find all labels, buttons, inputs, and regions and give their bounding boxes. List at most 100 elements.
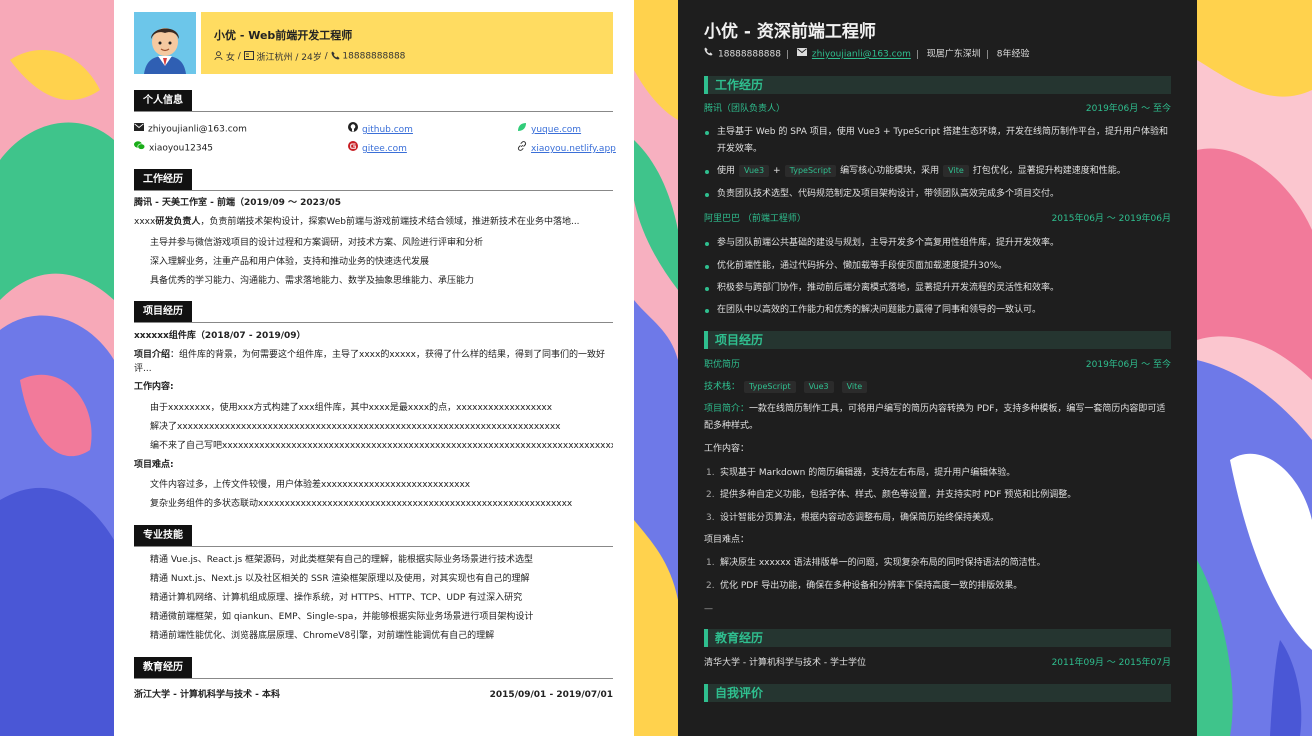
- github-link[interactable]: github.com: [348, 122, 413, 137]
- list-item: 深入理解业务，注重产品和用户体验，支持和推动业务的快速迭代发展: [150, 255, 613, 269]
- list-item: 具备优秀的学习能力、沟通能力、需求落地能力、数学及抽象思维能力、承压能力: [150, 274, 613, 288]
- section-title: 个人信息: [134, 90, 192, 111]
- divider-dash: —: [704, 604, 713, 614]
- list-item: 1.精通 Vue.js、React.js 框架源码，对此类框架有自己的理解，能根…: [150, 555, 533, 565]
- wechat-contact: xiaoyou12345: [134, 141, 213, 156]
- resume-dark-theme: 小优 - 资深前端工程师 18888888888 | zhiyoujianli@1…: [678, 0, 1197, 736]
- section-project-experience: 项目经历: [704, 331, 1171, 349]
- education-entry: 清华大学 - 计算机科学与技术 - 学士学位 2011年09月 ～ 2015年0…: [704, 658, 1171, 668]
- phone-icon: [704, 47, 713, 61]
- list-item: 负责团队技术选型、代码规范制定及项目架构设计，带领团队高效完成多个项目交付。: [705, 186, 1171, 203]
- list-item: 在团队中以高效的工作能力和优秀的解决问题能力赢得了同事和领导的一致认可。: [705, 302, 1171, 319]
- email-link[interactable]: zhiyoujianli@163.com: [812, 50, 911, 60]
- list-item: 解决了xxxxxxxxxxxxxxxxxxxxxxxxxxxxxxxxxxxxx…: [150, 420, 613, 434]
- tech-tag: Vite: [943, 165, 969, 177]
- section-skills: 专业技能: [134, 525, 613, 547]
- list-item: 使用 Vue3 + TypeScript 编写核心功能模块，采用 Vite 打包优化，显著提…: [705, 163, 1171, 180]
- list-item: 主导基于 Web 的 SPA 项目，使用 Vue3 + TypeScript 搭…: [705, 124, 1171, 158]
- list-item: 4.精通微前端框架，如 qiankun、EMP、Single-spa，并能够根据…: [150, 612, 534, 622]
- location-age: 浙江杭州 / 24岁: [256, 53, 322, 63]
- list-item: 积极参与跨部门协作，推动前后端分离模式落地，显著提升开发流程的灵活性和效率。: [705, 280, 1171, 297]
- tech-tag: Vue3: [739, 165, 770, 177]
- gitee-link[interactable]: gitee.com: [348, 141, 407, 156]
- wechat-icon: [134, 141, 146, 155]
- section-title: 项目经历: [715, 333, 764, 347]
- section-education: 教育经历: [134, 657, 613, 679]
- section-title: 自我评价: [715, 686, 764, 700]
- section-education: 教育经历: [704, 629, 1171, 647]
- list-item: 参与团队前端公共基础的建设与规划，主导开发多个高复用性组件库，提升开发效率。: [705, 235, 1171, 252]
- resume-light-theme: 小优 - Web前端开发工程师 女 / 浙江杭州 / 24岁 / 1888888…: [114, 0, 634, 736]
- mail-icon: [796, 47, 807, 61]
- section-title: 专业技能: [134, 525, 192, 546]
- section-title: 教育经历: [134, 657, 192, 678]
- gitee-icon: [348, 141, 358, 156]
- job-header: 腾讯（团队负责人） 2019年06月 ～ 至今: [704, 104, 1171, 114]
- name-title: 小优 - 资深前端工程师: [704, 22, 876, 42]
- avatar: [134, 12, 196, 74]
- section-work-experience: 工作经历: [134, 169, 613, 191]
- header-banner: 小优 - Web前端开发工程师 女 / 浙江杭州 / 24岁 / 1888888…: [201, 12, 613, 74]
- difficulty-label: 项目难点：: [704, 535, 750, 545]
- contact-list: zhiyoujianli@163.com xiaoyou12345 github…: [134, 121, 616, 161]
- section-title: 项目经历: [134, 301, 192, 322]
- project-difficulty-label: 项目难点:: [134, 460, 174, 470]
- list-item: 3. 设计智能分页算法，根据内容动态调整布局，确保简历始终保持美观。: [706, 513, 1000, 523]
- email-contact: zhiyoujianli@163.com: [134, 122, 247, 137]
- education-period: 2011年09月 ～ 2015年07月: [1051, 658, 1171, 668]
- basic-info: 女 / 浙江杭州 / 24岁 / 18888888888: [214, 50, 405, 63]
- list-item: 由于xxxxxxxx，使用xxx方式构建了xxx组件库，其中xxxx是最xxxx…: [150, 401, 613, 415]
- id-card-icon: [243, 50, 254, 63]
- tech-tag: TypeScript: [784, 165, 837, 177]
- list-item: 编不来了自己写吧xxxxxxxxxxxxxxxxxxxxxxxxxxxxxxxx…: [150, 441, 613, 451]
- section-title: 教育经历: [715, 631, 764, 645]
- education-entry: 浙江大学 - 计算机科学与技术 - 本科 2015/09/01 - 2019/0…: [134, 690, 613, 700]
- work-company: 腾讯 - 天美工作室 - 前端（2019/09 ～ 2023/05: [134, 198, 341, 208]
- project-intro-cont: 评...: [134, 364, 152, 374]
- name-title: 小优 - Web前端开发工程师: [214, 29, 353, 42]
- experience-years: 8年经验: [996, 49, 1030, 60]
- list-item: 3.精通计算机网络、计算机组成原理、操作系统，对 HTTPS、HTTP、TCP、…: [150, 593, 523, 603]
- gender: 女: [225, 53, 235, 63]
- yuque-link[interactable]: yuque.com: [517, 122, 581, 137]
- project-content-label: 工作内容:: [134, 382, 174, 392]
- tech-stack: 技术栈： TypeScript Vue3 Vite: [704, 380, 1171, 394]
- work-summary: xxxx研发负责人，负责前端技术架构设计，探索Web前端与游戏前端技术结合领域，…: [134, 217, 580, 227]
- list-item: 1. 实现基于 Markdown 的简历编辑器，支持左右布局，提升用户编辑体验。: [706, 468, 1016, 478]
- github-icon: [348, 122, 358, 137]
- list-item: 2.精通 Nuxt.js、Next.js 以及社区相关的 SSR 渲染框架原理以…: [150, 574, 530, 584]
- list-item: 2. 提供多种自定义功能，包括字体、样式、颜色等设置，并支持实时 PDF 预览和比…: [706, 490, 1077, 500]
- resume-header: 小优 - Web前端开发工程师 女 / 浙江杭州 / 24岁 / 1888888…: [134, 12, 613, 74]
- location: 现居广东深圳: [926, 49, 981, 60]
- section-self-evaluation: 自我评价: [704, 684, 1171, 702]
- list-item: 主导并参与微信游戏项目的设计过程和方案调研，对技术方案、风险进行评审和分析: [150, 236, 613, 250]
- link-icon: [517, 141, 527, 156]
- user-icon: [214, 50, 223, 63]
- list-item: 5.精通前端性能优化、浏览器底层原理、ChromeV8引擎，对前端性能调优有自己…: [150, 631, 495, 641]
- section-title: 工作经历: [134, 169, 192, 190]
- list-item: 1. 解决原生 xxxxxx 语法排版单一的问题，实现复杂布局的同时保持语法的简洁…: [706, 558, 1046, 568]
- tech-tag: TypeScript: [744, 381, 796, 393]
- project-intro: 项目介绍：组件库的背景，为何需要这个组件库，主导了xxxx的xxxxx，获得了什…: [134, 350, 605, 360]
- phone-icon: [330, 50, 340, 63]
- yuque-icon: [517, 122, 527, 137]
- website-link[interactable]: xiaoyou.netlify.app: [517, 141, 616, 156]
- list-item: 文件内容过多，上传文件较慢，用户体验差xxxxxxxxxxxxxxxxxxxxx…: [150, 478, 613, 492]
- section-personal-info: 个人信息: [134, 90, 613, 112]
- project-header: 职优简历 2019年06月 ～ 至今: [704, 360, 1171, 370]
- content-label: 工作内容：: [704, 444, 750, 454]
- mail-icon: [134, 122, 144, 136]
- tech-tag: Vite: [841, 381, 868, 393]
- section-work-experience: 工作经历: [704, 76, 1171, 94]
- list-item: 2. 优化 PDF 导出功能，确保在多种设备和分辨率下保持高度一致的排版效果。: [706, 581, 1023, 591]
- list-item: 复杂业务组件的多状态联动xxxxxxxxxxxxxxxxxxxxxxxxxxxx…: [150, 497, 613, 511]
- project-name: xxxxxx组件库（2018/07 - 2019/09）: [134, 331, 306, 341]
- section-title: 工作经历: [715, 78, 764, 92]
- basic-info: 18888888888 | zhiyoujianli@163.com | 现居广东深…: [704, 47, 1029, 62]
- tech-tag: Vue3: [803, 381, 834, 393]
- section-project-experience: 项目经历: [134, 301, 613, 323]
- list-item: 优化前端性能，通过代码拆分、懒加载等手段使页面加载速度提升30%。: [705, 258, 1171, 275]
- job-header: 阿里巴巴 （前端工程师） 2015年06月 ～ 2019年06月: [704, 214, 1171, 224]
- project-intro: 项目简介：一款在线简历制作工具，可将用户编写的简历内容转换为 PDF，支持多种模…: [704, 404, 1166, 431]
- phone: 18888888888: [342, 51, 406, 62]
